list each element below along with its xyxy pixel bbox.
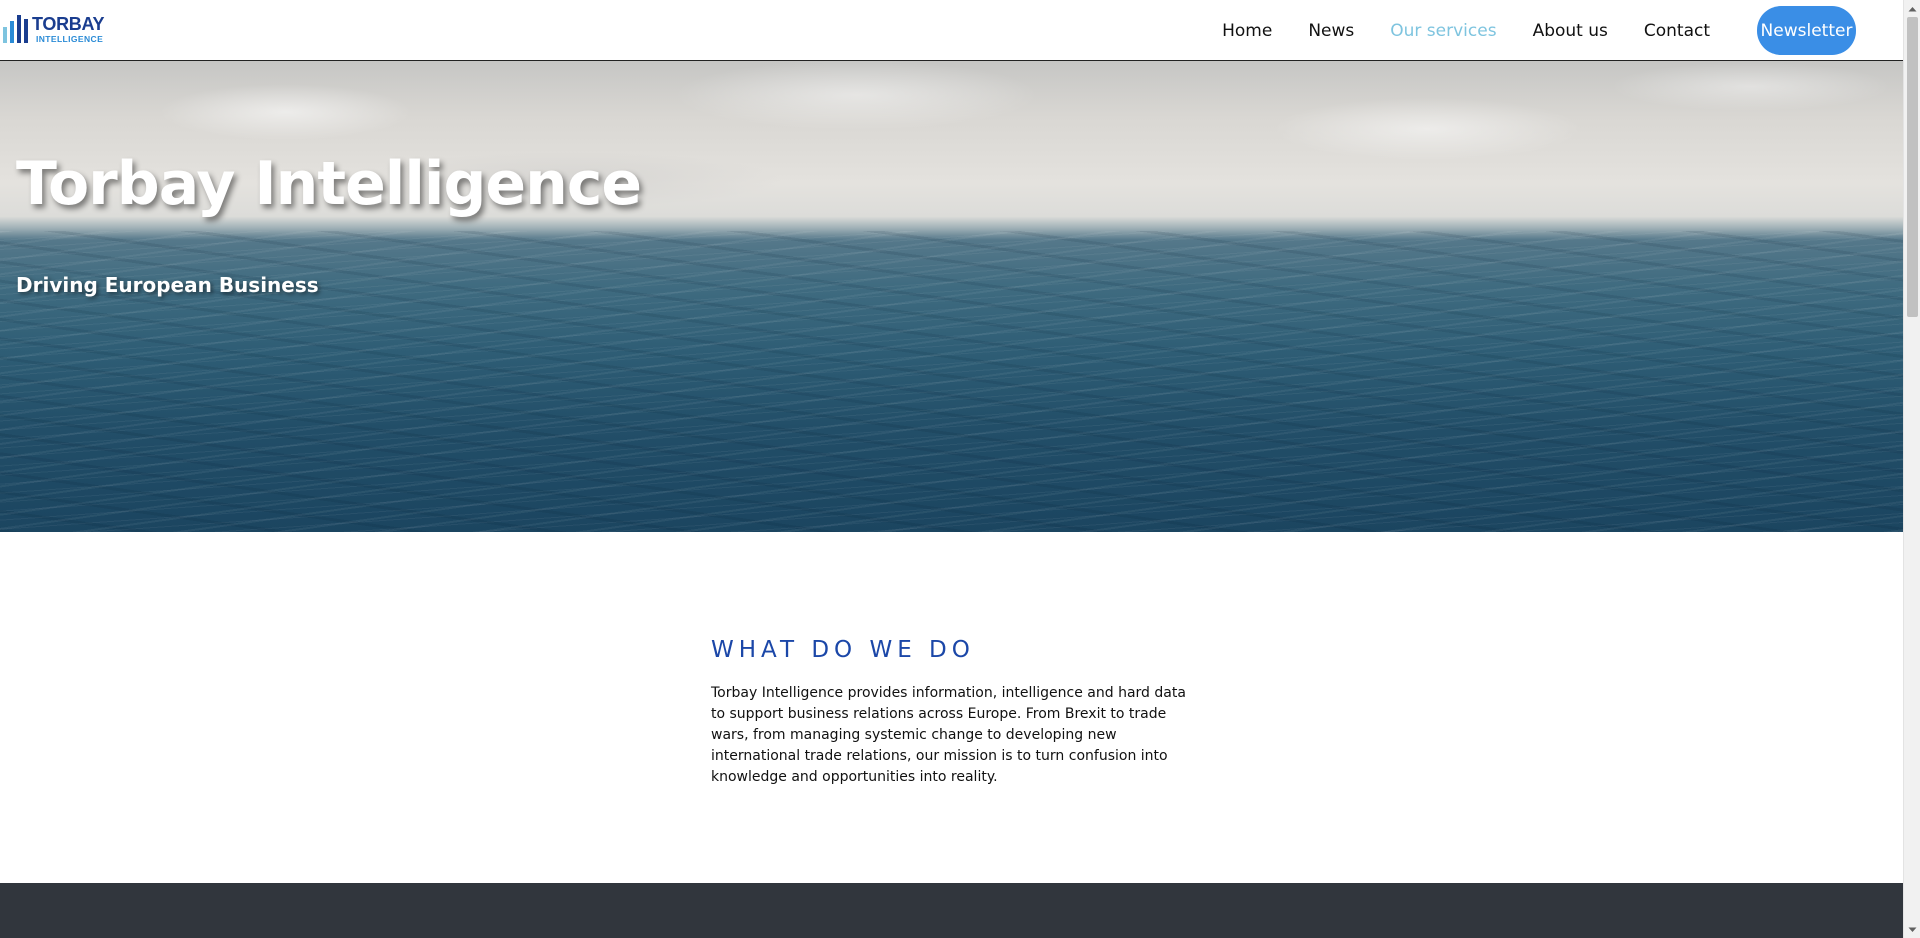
page: TORBAY INTELLIGENCE Home News Our servic… bbox=[0, 0, 1903, 938]
hero-title: Torbay Intelligence bbox=[16, 149, 642, 219]
hero-banner: Torbay Intelligence Driving European Bus… bbox=[0, 61, 1903, 532]
logo-text: TORBAY INTELLIGENCE bbox=[32, 13, 105, 44]
site-header: TORBAY INTELLIGENCE Home News Our servic… bbox=[0, 0, 1903, 61]
logo-bars-icon bbox=[3, 15, 28, 43]
scroll-thumb[interactable] bbox=[1907, 17, 1918, 317]
main-nav: Home News Our services About us Contact … bbox=[1222, 0, 1903, 61]
what-we-do-section: WHAT DO WE DO Torbay Intelligence provid… bbox=[711, 637, 1201, 788]
section-heading: WHAT DO WE DO bbox=[711, 637, 975, 663]
page-scrollbar[interactable] bbox=[1903, 0, 1920, 938]
torbay-logo[interactable]: TORBAY INTELLIGENCE bbox=[3, 14, 123, 44]
logo-tagline: INTELLIGENCE bbox=[36, 33, 104, 44]
nav-contact[interactable]: Contact bbox=[1644, 21, 1710, 41]
newsletter-button[interactable]: Newsletter bbox=[1757, 6, 1856, 55]
nav-about-us[interactable]: About us bbox=[1533, 21, 1608, 41]
footer-band bbox=[0, 883, 1903, 938]
section-body: Torbay Intelligence provides information… bbox=[711, 685, 1186, 785]
nav-news[interactable]: News bbox=[1308, 21, 1354, 41]
logo-name: TORBAY bbox=[32, 13, 105, 34]
nav-our-services[interactable]: Our services bbox=[1390, 21, 1496, 41]
chevron-down-icon[interactable] bbox=[1904, 921, 1920, 938]
chevron-up-icon[interactable] bbox=[1904, 0, 1920, 17]
nav-home[interactable]: Home bbox=[1222, 21, 1272, 41]
hero-subtitle: Driving European Business bbox=[16, 273, 319, 297]
